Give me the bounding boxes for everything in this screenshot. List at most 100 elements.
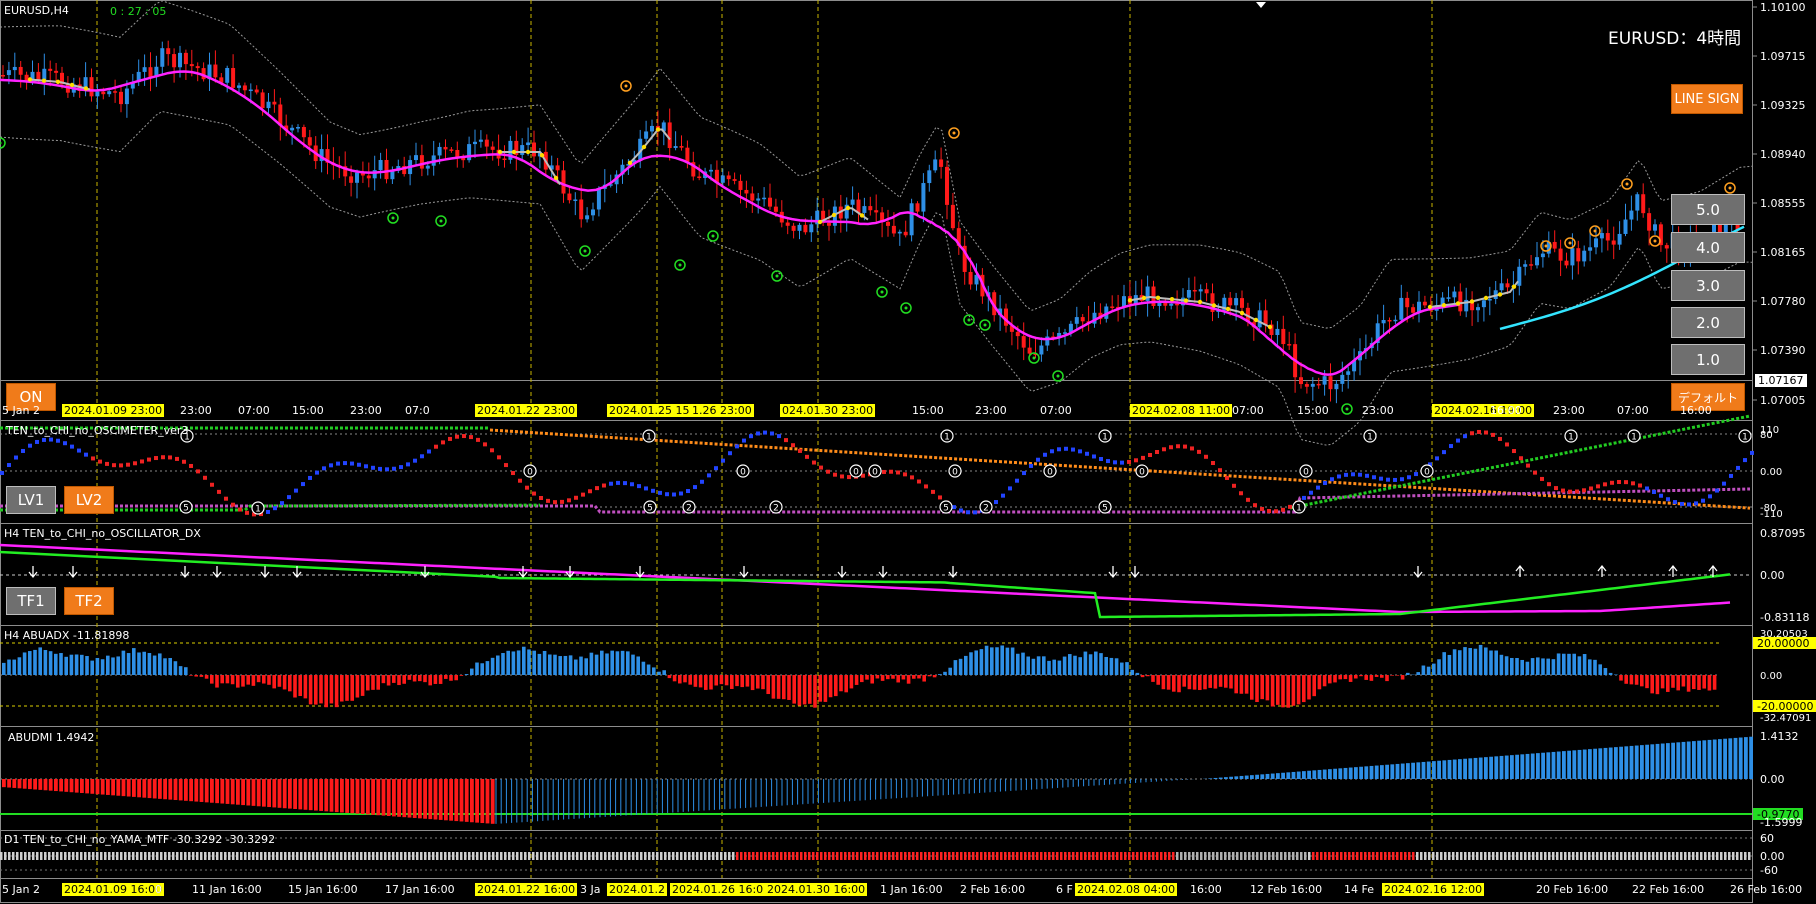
oscimeter-dot <box>287 495 291 500</box>
yama-mtf-bar <box>1744 852 1747 860</box>
abudmi-bar <box>392 779 396 817</box>
abuadx-bar <box>995 647 999 675</box>
oscimeter-dot <box>371 465 375 470</box>
yama-mtf-bar <box>1700 852 1703 860</box>
oscimeter-dot <box>1750 450 1754 455</box>
abuadx-bar <box>1229 675 1233 689</box>
abuadx-bar <box>1369 675 1374 681</box>
abudmi-bar <box>272 779 277 808</box>
yama-mtf-bar <box>1088 852 1091 860</box>
yama-mtf-bar <box>220 852 223 860</box>
abudmi-bar <box>407 779 412 818</box>
tf1-button[interactable]: TF1 <box>6 587 56 615</box>
bottom-time-label-10: 2024.01.30 16:00 <box>765 883 868 896</box>
yama-mtf-bar <box>1356 852 1359 860</box>
yama-mtf-bar <box>1372 852 1375 860</box>
candle-body <box>296 127 300 129</box>
yama-mtf-bar <box>556 852 559 860</box>
lv1-button[interactable]: LV1 <box>6 486 56 514</box>
candle-body <box>561 170 566 194</box>
yama-mtf-bar <box>1596 852 1599 860</box>
bottom-time-label-0: 5 Jan 2 <box>2 883 40 896</box>
line-sign-button[interactable]: LINE SIGN <box>1671 84 1743 114</box>
abudmi-bar <box>7 779 11 788</box>
lv2-button[interactable]: LV2 <box>64 486 114 514</box>
bottom-time-label-6: 2024.01.22 16:00 <box>475 883 578 896</box>
oscimeter-dot <box>154 456 158 461</box>
yama-mtf-bar <box>1568 852 1571 860</box>
abuadx-panel[interactable] <box>0 642 1720 708</box>
abudmi-bar <box>1562 751 1566 779</box>
yama-mtf-bar <box>364 852 367 860</box>
oscimeter-dot <box>343 461 347 466</box>
tf2-button[interactable]: TF2 <box>64 587 114 615</box>
abuadx-bar <box>870 675 874 684</box>
abudmi-bar <box>1400 763 1405 779</box>
yama-mtf-bar <box>1444 852 1447 860</box>
level-button-4[interactable]: 4.0 <box>1671 232 1745 263</box>
oscimeter-dot <box>1645 486 1649 491</box>
oscimeter-dot <box>1141 455 1145 460</box>
candle-body <box>195 66 200 69</box>
abudmi-bar <box>423 779 427 819</box>
oscimeter-dot <box>245 510 249 515</box>
yama-mtf-bar <box>1204 852 1207 860</box>
oscimeter-dot <box>1190 446 1194 451</box>
level-button-1[interactable]: 1.0 <box>1671 344 1745 375</box>
abudmi-bar <box>1406 763 1410 779</box>
abudmi-bar <box>1515 754 1519 779</box>
yama-mtf-bar <box>524 852 527 860</box>
oscimeter-dot <box>560 499 564 504</box>
yama-mtf-bar <box>1016 852 1019 860</box>
yama-mtf-bar <box>880 852 883 860</box>
abuadx-bar <box>1187 675 1192 690</box>
abuadx-bar <box>979 649 984 675</box>
level-button-5[interactable]: 5.0 <box>1671 194 1745 225</box>
oscimeter-dot <box>455 434 459 439</box>
yama-mtf-bar <box>908 852 911 860</box>
oscimeter-dot <box>203 475 207 480</box>
abuadx-bar <box>579 656 583 675</box>
oscimeter-dot <box>483 442 487 447</box>
buy-signal-dot <box>391 216 395 220</box>
abudmi-bar <box>1286 772 1291 779</box>
level-button-2[interactable]: 2.0 <box>1671 307 1745 338</box>
abuadx-bar <box>1031 658 1036 675</box>
yama-mtf-bar <box>228 852 231 860</box>
abuadx-bar <box>1541 658 1545 675</box>
abuadx-bar <box>230 675 235 685</box>
abudmi-panel[interactable] <box>0 736 1753 824</box>
abuadx-bar <box>901 675 906 680</box>
abuadx-bar <box>964 655 968 675</box>
oscimeter-dot <box>182 459 186 464</box>
level-button-3[interactable]: 3.0 <box>1671 270 1745 301</box>
abuadx-bar <box>152 655 157 675</box>
yama-mtf-bar <box>1604 852 1607 860</box>
oscimeter-dot <box>798 448 802 453</box>
yama-mtf-bar <box>820 852 823 860</box>
abudmi-bar <box>1660 743 1665 779</box>
oscillator-dx-panel[interactable] <box>0 543 1752 619</box>
candle-body <box>101 91 106 95</box>
candle-body <box>1021 336 1026 348</box>
yama-mtf-bar <box>1240 852 1243 860</box>
oscimeter-dot <box>385 467 389 472</box>
abudmi-bar <box>59 779 63 792</box>
oscimeter-dot <box>497 455 501 460</box>
main-price-panel[interactable] <box>0 0 1753 446</box>
yama-mtf-bar <box>128 852 131 860</box>
abudmi-bar <box>1447 759 1452 779</box>
yama-mtf-bar <box>748 852 751 860</box>
candle-body <box>301 127 306 138</box>
abudmi-bar <box>64 779 69 792</box>
oscimeter-dot <box>1064 446 1068 451</box>
price-axis-label: 1.08165 <box>1760 246 1806 259</box>
abuadx-bar <box>974 650 978 675</box>
trading-chart[interactable]: 15 1015 2020 015 20150 01101 1 10 1.101001.0971… <box>0 0 1816 904</box>
oscimeter-panel[interactable]: 15 1015 2020 015 20150 01101 1 10 <box>0 414 1754 517</box>
yama-mtf-bar <box>156 852 159 860</box>
yellow-marker <box>497 149 503 155</box>
yama-mtf-bar <box>1544 852 1547 860</box>
yama-mtf-bar <box>1032 852 1035 860</box>
yellow-marker <box>1427 304 1433 310</box>
